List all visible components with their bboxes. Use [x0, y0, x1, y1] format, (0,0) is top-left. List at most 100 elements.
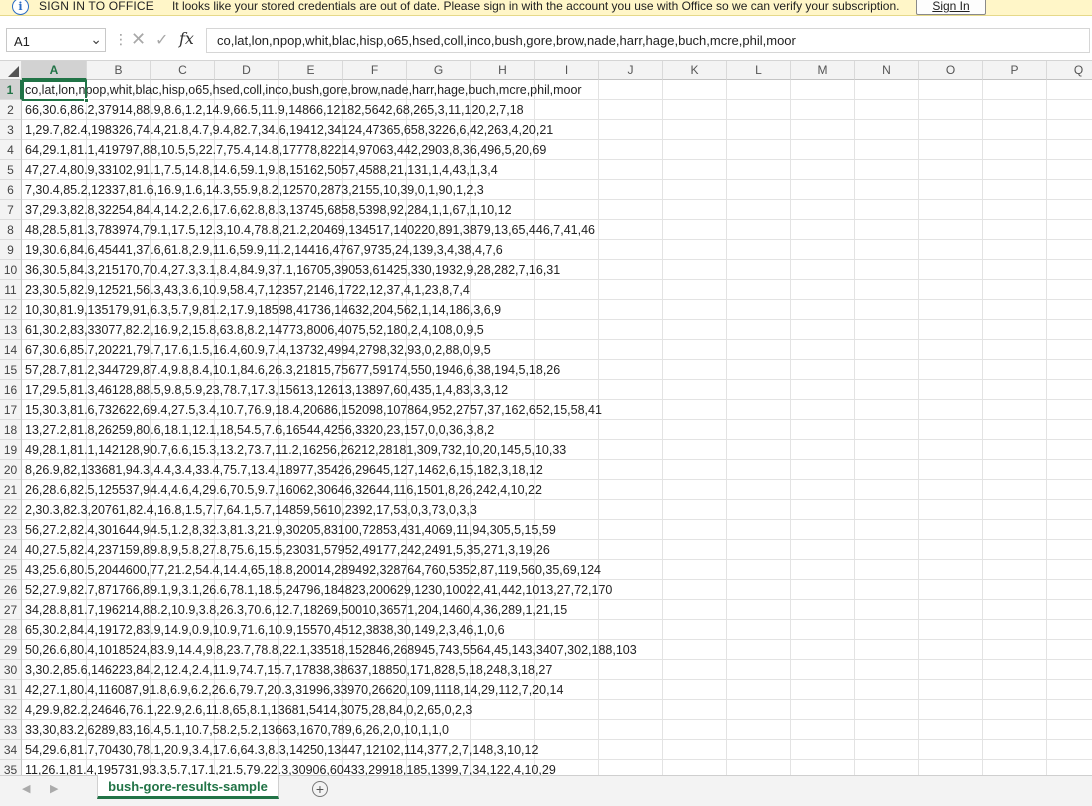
cell-a19[interactable]: 49,28.1,81.1,142128,90.7,6.6,15.3,13.2,7…: [23, 440, 566, 460]
row-header[interactable]: 8: [0, 220, 22, 240]
cell-a16[interactable]: 17,29.5,81.3,46128,88.5,9.8,5.9,23,78.7,…: [23, 380, 508, 400]
column-header-l[interactable]: L: [727, 61, 791, 80]
cell-a9[interactable]: 19,30.6,84.6,45441,37.6,61.8,2.9,11.6,59…: [23, 240, 503, 260]
row-header[interactable]: 5: [0, 160, 22, 180]
cell-a33[interactable]: 33,30,83.2,6289,83,16.4,5.1,10.7,58.2,5.…: [23, 720, 449, 740]
column-header-c[interactable]: C: [151, 61, 215, 80]
cell-a35[interactable]: 11,26.1,81.4,195731,93.3,5.7,17.1,21.5,7…: [23, 760, 556, 775]
column-header-f[interactable]: F: [343, 61, 407, 80]
cell-a28[interactable]: 65,30.2,84.4,19172,83.9,14.9,0.9,10.9,71…: [23, 620, 505, 640]
spreadsheet-grid[interactable]: A B C D E F G H I J K L M N O P Q 1 co,lat,lon,npop,whit,b…: [0, 61, 1092, 775]
column-header-g[interactable]: G: [407, 61, 471, 80]
column-header-n[interactable]: N: [855, 61, 919, 80]
row-header[interactable]: 19: [0, 440, 22, 460]
add-sheet-icon[interactable]: +: [312, 781, 328, 797]
cell-a7[interactable]: 37,29.3,82.8,32254,84.4,14.2,2.6,17.6,62…: [23, 200, 512, 220]
name-box[interactable]: A1 ⌄: [6, 28, 106, 52]
cell-a27[interactable]: 34,28.8,81.7,196214,88.2,10.9,3.8,26.3,7…: [23, 600, 567, 620]
row-header[interactable]: 13: [0, 320, 22, 340]
column-header-k[interactable]: K: [663, 61, 727, 80]
cell-a30[interactable]: 3,30.2,85.6,146223,84.2,12.4,2.4,11.9,74…: [23, 660, 552, 680]
column-header-i[interactable]: I: [535, 61, 599, 80]
row-header[interactable]: 14: [0, 340, 22, 360]
insert-function-icon[interactable]: fx: [179, 29, 194, 48]
cell-a26[interactable]: 52,27.9,82.7,871766,89.1,9,3.1,26.6,78.1…: [23, 580, 612, 600]
column-header-j[interactable]: J: [599, 61, 663, 80]
select-all-button[interactable]: [0, 61, 22, 80]
sheet-tab-active[interactable]: bush-gore-results-sample: [97, 775, 279, 799]
cell-a24[interactable]: 40,27.5,82.4,237159,89.8,9,5.8,27.8,75.6…: [23, 540, 550, 560]
row-header[interactable]: 32: [0, 700, 22, 720]
row-header[interactable]: 7: [0, 200, 22, 220]
row-header[interactable]: 6: [0, 180, 22, 200]
column-header-q[interactable]: Q: [1047, 61, 1092, 80]
cell-a32[interactable]: 4,29.9,82.2,24646,76.1,22.9,2.6,11.8,65,…: [23, 700, 472, 720]
column-header-h[interactable]: H: [471, 61, 535, 80]
column-header-d[interactable]: D: [215, 61, 279, 80]
column-header-p[interactable]: P: [983, 61, 1047, 80]
row-header[interactable]: 28: [0, 620, 22, 640]
row-header[interactable]: 17: [0, 400, 22, 420]
cell-a29[interactable]: 50,26.6,80.4,1018524,83.9,14.4,9.8,23.7,…: [23, 640, 637, 660]
cell-a23[interactable]: 56,27.2,82.4,301644,94.5,1.2,8,32.3,81.3…: [23, 520, 556, 540]
cell-a20[interactable]: 8,26.9,82,133681,94.3,4.4,3.4,33.4,75.7,…: [23, 460, 543, 480]
cell-a11[interactable]: 23,30.5,82.9,12521,56.3,43,3.6,10.9,58.4…: [23, 280, 470, 300]
row-header[interactable]: 22: [0, 500, 22, 520]
cell-a12[interactable]: 10,30,81.9,135179,91,6.3,5.7,9,81.2,17.9…: [23, 300, 501, 320]
cell-a3[interactable]: 1,29.7,82.4,198326,74.4,21.8,4.7,9.4,82.…: [23, 120, 553, 140]
row-header[interactable]: 24: [0, 540, 22, 560]
row-header[interactable]: 9: [0, 240, 22, 260]
cell-a34[interactable]: 54,29.6,81.7,70430,78.1,20.9,3.4,17.6,64…: [23, 740, 538, 760]
row-header[interactable]: 20: [0, 460, 22, 480]
row-header[interactable]: 2: [0, 100, 22, 120]
row-header[interactable]: 29: [0, 640, 22, 660]
cell-a17[interactable]: 15,30.3,81.6,732622,69.4,27.5,3.4,10.7,7…: [23, 400, 602, 420]
row-header[interactable]: 3: [0, 120, 22, 140]
column-header-o[interactable]: O: [919, 61, 983, 80]
row-header[interactable]: 12: [0, 300, 22, 320]
row-header[interactable]: 30: [0, 660, 22, 680]
tab-scroll-left-icon[interactable]: ◀: [22, 782, 30, 795]
cell-a1[interactable]: co,lat,lon,npop,whit,blac,hisp,o65,hsed,…: [23, 80, 582, 100]
cell-a15[interactable]: 57,28.7,81.2,344729,87.4,9.8,8.4,10.1,84…: [23, 360, 560, 380]
fill-handle[interactable]: [84, 98, 89, 103]
row-header[interactable]: 11: [0, 280, 22, 300]
sign-in-button[interactable]: Sign In: [916, 0, 986, 15]
cell-a18[interactable]: 13,27.2,81.8,26259,80.6,18.1,12.1,18,54.…: [23, 420, 494, 440]
cell-a5[interactable]: 47,27.4,80.9,33102,91.1,7.5,14.8,14.6,59…: [23, 160, 498, 180]
row-header[interactable]: 15: [0, 360, 22, 380]
cell-a13[interactable]: 61,30.2,83,33077,82.2,16.9,2,15.8,63.8,8…: [23, 320, 484, 340]
column-header-b[interactable]: B: [87, 61, 151, 80]
column-header-m[interactable]: M: [791, 61, 855, 80]
cell-a8[interactable]: 48,28.5,81.3,783974,79.1,17.5,12.3,10.4,…: [23, 220, 595, 240]
row-header[interactable]: 1: [0, 80, 22, 100]
row-header[interactable]: 26: [0, 580, 22, 600]
row-header[interactable]: 33: [0, 720, 22, 740]
row-header[interactable]: 10: [0, 260, 22, 280]
column-header-a[interactable]: A: [22, 61, 87, 80]
enter-check-icon[interactable]: ✓: [155, 30, 168, 50]
row-header[interactable]: 34: [0, 740, 22, 760]
cancel-icon[interactable]: ✕: [131, 29, 146, 50]
cell-a22[interactable]: 2,30.3,82.3,20761,82.4,16.8,1.5,7.7,64.1…: [23, 500, 477, 520]
cell-a14[interactable]: 67,30.6,85.7,20221,79.7,17.6,1.5,16.4,60…: [23, 340, 491, 360]
row-header[interactable]: 21: [0, 480, 22, 500]
cell-a10[interactable]: 36,30.5,84.3,215170,70.4,27.3,3.1,8.4,84…: [23, 260, 560, 280]
cell-a4[interactable]: 64,29.1,81.1,419797,88,10.5,5,22.7,75.4,…: [23, 140, 546, 160]
cell-a21[interactable]: 26,28.6,82.5,125537,94.4,4.6,4,29.6,70.5…: [23, 480, 542, 500]
cell-a31[interactable]: 42,27.1,80.4,116087,91.8,6.9,6.2,26.6,79…: [23, 680, 563, 700]
row-header[interactable]: 18: [0, 420, 22, 440]
row-header[interactable]: 16: [0, 380, 22, 400]
row-header[interactable]: 31: [0, 680, 22, 700]
row-header[interactable]: 25: [0, 560, 22, 580]
cell-a6[interactable]: 7,30.4,85.2,12337,81.6,16.9,1.6,14.3,55.…: [23, 180, 484, 200]
row-header[interactable]: 23: [0, 520, 22, 540]
cell-a25[interactable]: 43,25.6,80.5,2044600,77,21.2,54.4,14.4,6…: [23, 560, 601, 580]
chevron-down-icon[interactable]: ⌄: [90, 31, 102, 48]
row-header[interactable]: 4: [0, 140, 22, 160]
cell-a2[interactable]: 66,30.6,86.2,37914,88.9,8.6,1.2,14.9,66.…: [23, 100, 524, 120]
tab-scroll-right-icon[interactable]: ▶: [50, 782, 58, 795]
row-header[interactable]: 35: [0, 760, 22, 775]
row-header[interactable]: 27: [0, 600, 22, 620]
formula-input[interactable]: co,lat,lon,npop,whit,blac,hisp,o65,hsed,…: [206, 28, 1090, 53]
